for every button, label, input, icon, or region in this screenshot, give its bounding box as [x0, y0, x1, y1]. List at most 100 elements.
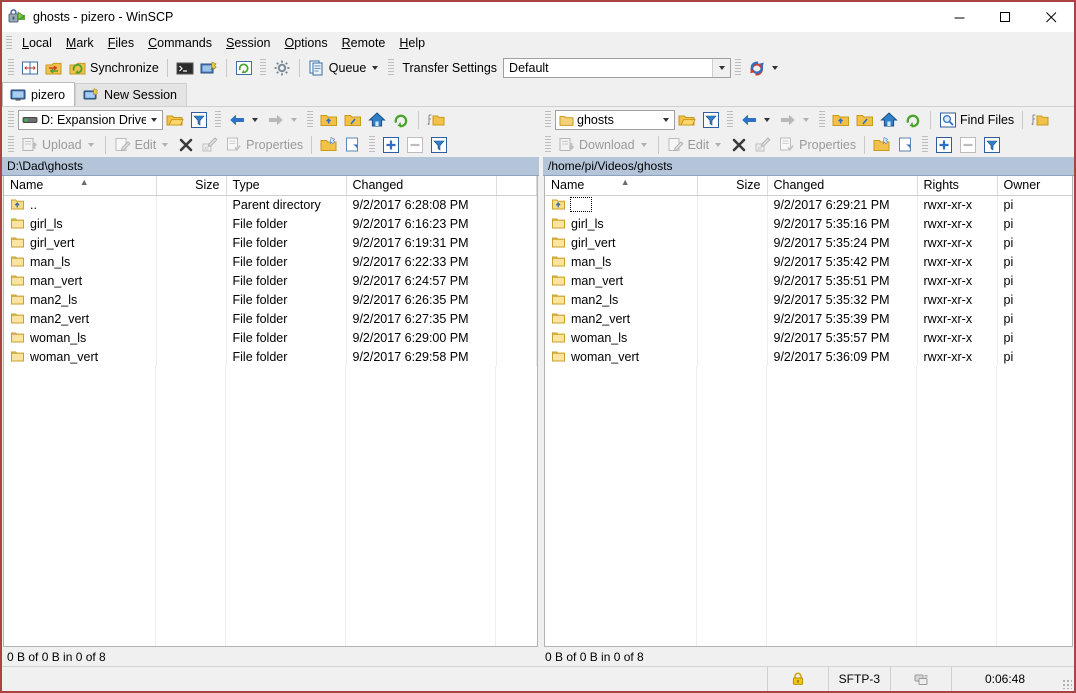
cell-name[interactable]: woman_ls	[4, 328, 156, 347]
transfer-settings-combo[interactable]: Default	[503, 58, 731, 78]
putty-button[interactable]	[197, 57, 221, 79]
local-col-size[interactable]: Size	[156, 176, 226, 195]
remote-selection-grip[interactable]	[922, 136, 928, 154]
menu-remote[interactable]: Remote	[335, 33, 393, 53]
table-row[interactable]: woman_vert9/2/2017 5:36:09 PMrwxr-xr-xpi	[545, 347, 1073, 366]
toolbar-grip-3[interactable]	[388, 59, 394, 77]
connection-indicator[interactable]	[890, 667, 951, 691]
cell-name[interactable]: girl_vert	[4, 233, 156, 252]
remote-refresh-button[interactable]	[901, 109, 925, 131]
table-row[interactable]: man_ls9/2/2017 5:35:42 PMrwxr-xr-xpi	[545, 252, 1073, 271]
transfer-settings-caret[interactable]	[712, 59, 730, 77]
remote-dir-grip[interactable]	[819, 111, 825, 129]
cell-name[interactable]: man2_ls	[4, 290, 156, 309]
table-row[interactable]: woman_vertFile folder9/2/2017 6:29:58 PM	[4, 347, 537, 366]
local-toolbar-grip[interactable]	[8, 111, 14, 129]
table-row[interactable]: man2_vert9/2/2017 5:35:39 PMrwxr-xr-xpi	[545, 309, 1073, 328]
toolbar-grip[interactable]	[8, 59, 14, 77]
local-drive-combo[interactable]: D: Expansion Drive	[18, 110, 163, 130]
remote-select-mask-button[interactable]	[980, 134, 1004, 156]
menu-options[interactable]: Options	[278, 33, 335, 53]
split-panes-button[interactable]	[18, 57, 42, 79]
table-row[interactable]: ..Parent directory9/2/2017 6:28:08 PM	[4, 195, 537, 214]
remote-actions-grip[interactable]	[545, 136, 551, 154]
remote-nav-grip[interactable]	[727, 111, 733, 129]
menu-help[interactable]: Help	[392, 33, 432, 53]
local-filter-button[interactable]	[187, 109, 211, 131]
remote-file-list[interactable]: Name ▲ Size Changed Rights Owner 9/2/201…	[544, 176, 1073, 647]
cell-name[interactable]: man_vert	[4, 271, 156, 290]
local-col-type[interactable]: Type	[226, 176, 346, 195]
local-refresh-button[interactable]	[389, 109, 413, 131]
local-new-directory-button[interactable]	[317, 134, 341, 156]
cell-name[interactable]: woman_vert	[545, 347, 697, 366]
remote-col-owner[interactable]: Owner	[997, 176, 1073, 195]
local-col-changed[interactable]: Changed	[346, 176, 496, 195]
table-row[interactable]: woman_lsFile folder9/2/2017 6:29:00 PM	[4, 328, 537, 347]
table-row[interactable]: girl_vert9/2/2017 5:35:24 PMrwxr-xr-xpi	[545, 233, 1073, 252]
remote-select-button[interactable]	[932, 134, 956, 156]
remote-back-caret[interactable]	[764, 118, 770, 122]
table-row[interactable]: girl_ls9/2/2017 5:35:16 PMrwxr-xr-xpi	[545, 214, 1073, 233]
menu-mark[interactable]: Mark	[59, 33, 101, 53]
local-open-directory-button[interactable]	[163, 109, 187, 131]
remote-back-button[interactable]	[737, 109, 776, 131]
minimize-button[interactable]	[936, 2, 982, 32]
cell-name[interactable]: girl_ls	[545, 214, 697, 233]
resize-grip[interactable]	[1058, 667, 1074, 691]
remote-delete-button[interactable]	[727, 134, 751, 156]
cell-name[interactable]: girl_vert	[545, 233, 697, 252]
synchronize-button[interactable]: Synchronize	[66, 57, 162, 79]
local-root-directory-button[interactable]	[341, 109, 365, 131]
remote-filter-button[interactable]	[699, 109, 723, 131]
session-tab-new-session[interactable]: New Session	[75, 83, 187, 106]
table-row[interactable]: girl_vertFile folder9/2/2017 6:19:31 PM	[4, 233, 537, 252]
remote-col-name[interactable]: Name ▲	[545, 176, 697, 195]
remote-bookmarks-button[interactable]	[1028, 109, 1052, 131]
cell-name[interactable]: man_vert	[545, 271, 697, 290]
queue-button[interactable]: Queue	[305, 57, 385, 79]
toolbar-grip-4[interactable]	[735, 59, 741, 77]
remote-col-changed[interactable]: Changed	[767, 176, 917, 195]
cell-name[interactable]	[545, 195, 697, 214]
menu-files[interactable]: Files	[101, 33, 141, 53]
remote-root-directory-button[interactable]	[853, 109, 877, 131]
maximize-button[interactable]	[982, 2, 1028, 32]
local-select-button[interactable]	[379, 134, 403, 156]
local-col-name[interactable]: Name ▲	[4, 176, 156, 195]
toolbar-grip-2[interactable]	[260, 59, 266, 77]
local-nav-grip[interactable]	[215, 111, 221, 129]
secure-connection-indicator[interactable]	[767, 667, 828, 691]
table-row[interactable]: woman_ls9/2/2017 5:35:57 PMrwxr-xr-xpi	[545, 328, 1073, 347]
transfer-settings-button[interactable]	[745, 57, 784, 79]
remote-open-directory-button[interactable]	[675, 109, 699, 131]
session-tab-pizero[interactable]: pizero	[2, 82, 75, 106]
cell-name[interactable]: woman_vert	[4, 347, 156, 366]
queue-dropdown-caret[interactable]	[372, 66, 378, 70]
local-bookmarks-button[interactable]	[424, 109, 448, 131]
remote-directory-combo[interactable]: ghosts	[555, 110, 675, 130]
local-delete-button[interactable]	[174, 134, 198, 156]
cell-name[interactable]: man2_ls	[545, 290, 697, 309]
remote-parent-directory-button[interactable]	[829, 109, 853, 131]
remote-col-size[interactable]: Size	[697, 176, 767, 195]
local-parent-directory-button[interactable]	[317, 109, 341, 131]
menu-commands[interactable]: Commands	[141, 33, 219, 53]
local-actions-grip[interactable]	[8, 136, 14, 154]
protocol-indicator[interactable]: SFTP-3	[828, 667, 890, 691]
remote-directory-caret[interactable]	[658, 118, 674, 122]
table-row[interactable]: man_vertFile folder9/2/2017 6:24:57 PM	[4, 271, 537, 290]
table-row[interactable]: girl_lsFile folder9/2/2017 6:16:23 PM	[4, 214, 537, 233]
remote-path-bar[interactable]: /home/pi/Videos/ghosts	[543, 157, 1074, 176]
local-file-list[interactable]: Name ▲ Size Type Changed ..Parent direct…	[3, 176, 538, 647]
cell-name[interactable]: man_ls	[545, 252, 697, 271]
menu-session[interactable]: Session	[219, 33, 277, 53]
table-row[interactable]: 9/2/2017 6:29:21 PMrwxr-xr-xpi	[545, 195, 1073, 214]
remote-list-empty-area[interactable]	[545, 366, 1072, 646]
local-home-directory-button[interactable]	[365, 109, 389, 131]
local-back-button[interactable]	[225, 109, 264, 131]
remote-home-directory-button[interactable]	[877, 109, 901, 131]
cell-name[interactable]: woman_ls	[545, 328, 697, 347]
remote-new-directory-button[interactable]	[870, 134, 894, 156]
local-drive-caret[interactable]	[146, 118, 162, 122]
